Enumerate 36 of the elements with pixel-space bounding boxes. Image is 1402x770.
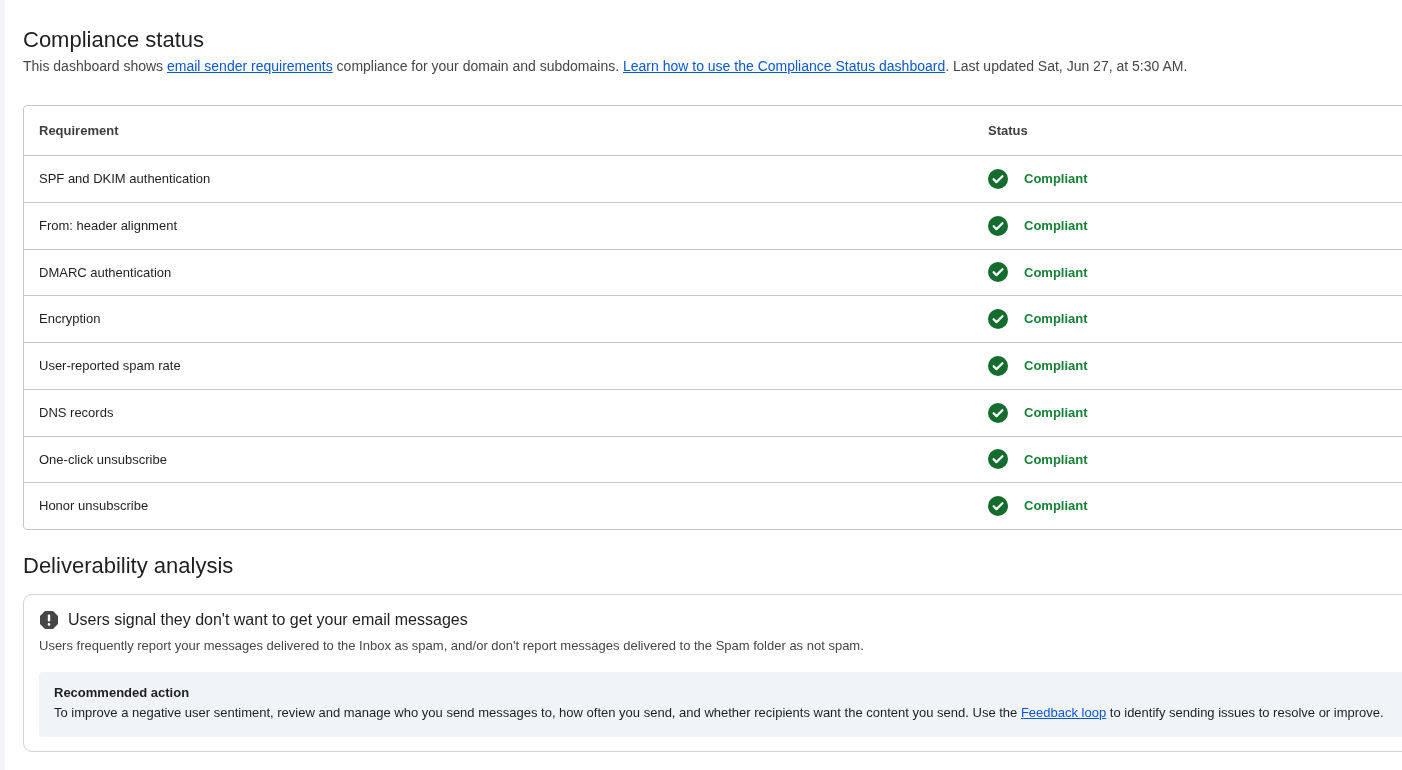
check-circle-icon bbox=[988, 168, 1008, 189]
recommendation-title: Recommended action bbox=[54, 684, 191, 702]
requirement-cell-text: Encryption bbox=[38, 310, 102, 329]
link[interactable]: email sender requirements bbox=[166, 58, 333, 74]
requirement-cell-text: Honor unsubscribe bbox=[38, 497, 150, 516]
column-header: Status bbox=[988, 121, 1028, 140]
column-header: Requirement bbox=[38, 121, 120, 140]
requirement-cell-text: DNS records bbox=[38, 403, 115, 422]
status-text: Compliant bbox=[1024, 310, 1088, 329]
page-title: Compliance status bbox=[23, 26, 205, 54]
requirement-cell-text: DMARC authentication bbox=[38, 263, 173, 282]
requirement-cell-text: User-reported spam rate bbox=[38, 357, 182, 376]
status-text: Compliant bbox=[1024, 497, 1088, 516]
section-title: Deliverability analysis bbox=[23, 552, 235, 580]
check-circle-icon bbox=[988, 402, 1008, 423]
recommendation-text: To improve a negative user sentiment, review and manage who you send messages to, how often you send, and whether recipients want the content you send. Use the Feedback loop to identify sending issues to resolve or improve. bbox=[54, 704, 1385, 722]
requirement-cell-text: One-click unsubscribe bbox=[38, 450, 168, 469]
status-text: Compliant bbox=[1024, 263, 1088, 282]
status-text: Compliant bbox=[1024, 357, 1088, 376]
check-circle-icon bbox=[988, 262, 1008, 283]
status-text: Compliant bbox=[1024, 450, 1088, 469]
requirement-cell-text: SPF and DKIM authentication bbox=[38, 170, 212, 189]
check-circle-icon bbox=[988, 355, 1008, 376]
status-text: Compliant bbox=[1024, 170, 1088, 189]
status-text: Compliant bbox=[1024, 216, 1088, 235]
check-circle-icon bbox=[988, 309, 1008, 330]
alert-title: Users signal they don't want to get your email messages bbox=[68, 610, 468, 630]
description-text: This dashboard shows email sender requirements compliance for your domain and subdomains. Learn how to use the Compliance Status dashboard. Last updated Sat, Jun 27, at 5:30 AM. bbox=[23, 57, 1189, 76]
check-circle-icon bbox=[988, 215, 1008, 236]
exclamation-octagon-icon bbox=[39, 610, 59, 630]
status-text: Compliant bbox=[1024, 403, 1088, 422]
link[interactable]: Feedback loop bbox=[1020, 705, 1107, 720]
check-circle-icon bbox=[988, 449, 1008, 470]
alert-description: Users frequently report your messages delivered to the Inbox as spam, and/or don't report messages delivered to the Spam folder as not spam. bbox=[39, 637, 865, 655]
check-circle-icon bbox=[988, 496, 1008, 517]
requirement-cell-text: From: header alignment bbox=[38, 216, 178, 235]
